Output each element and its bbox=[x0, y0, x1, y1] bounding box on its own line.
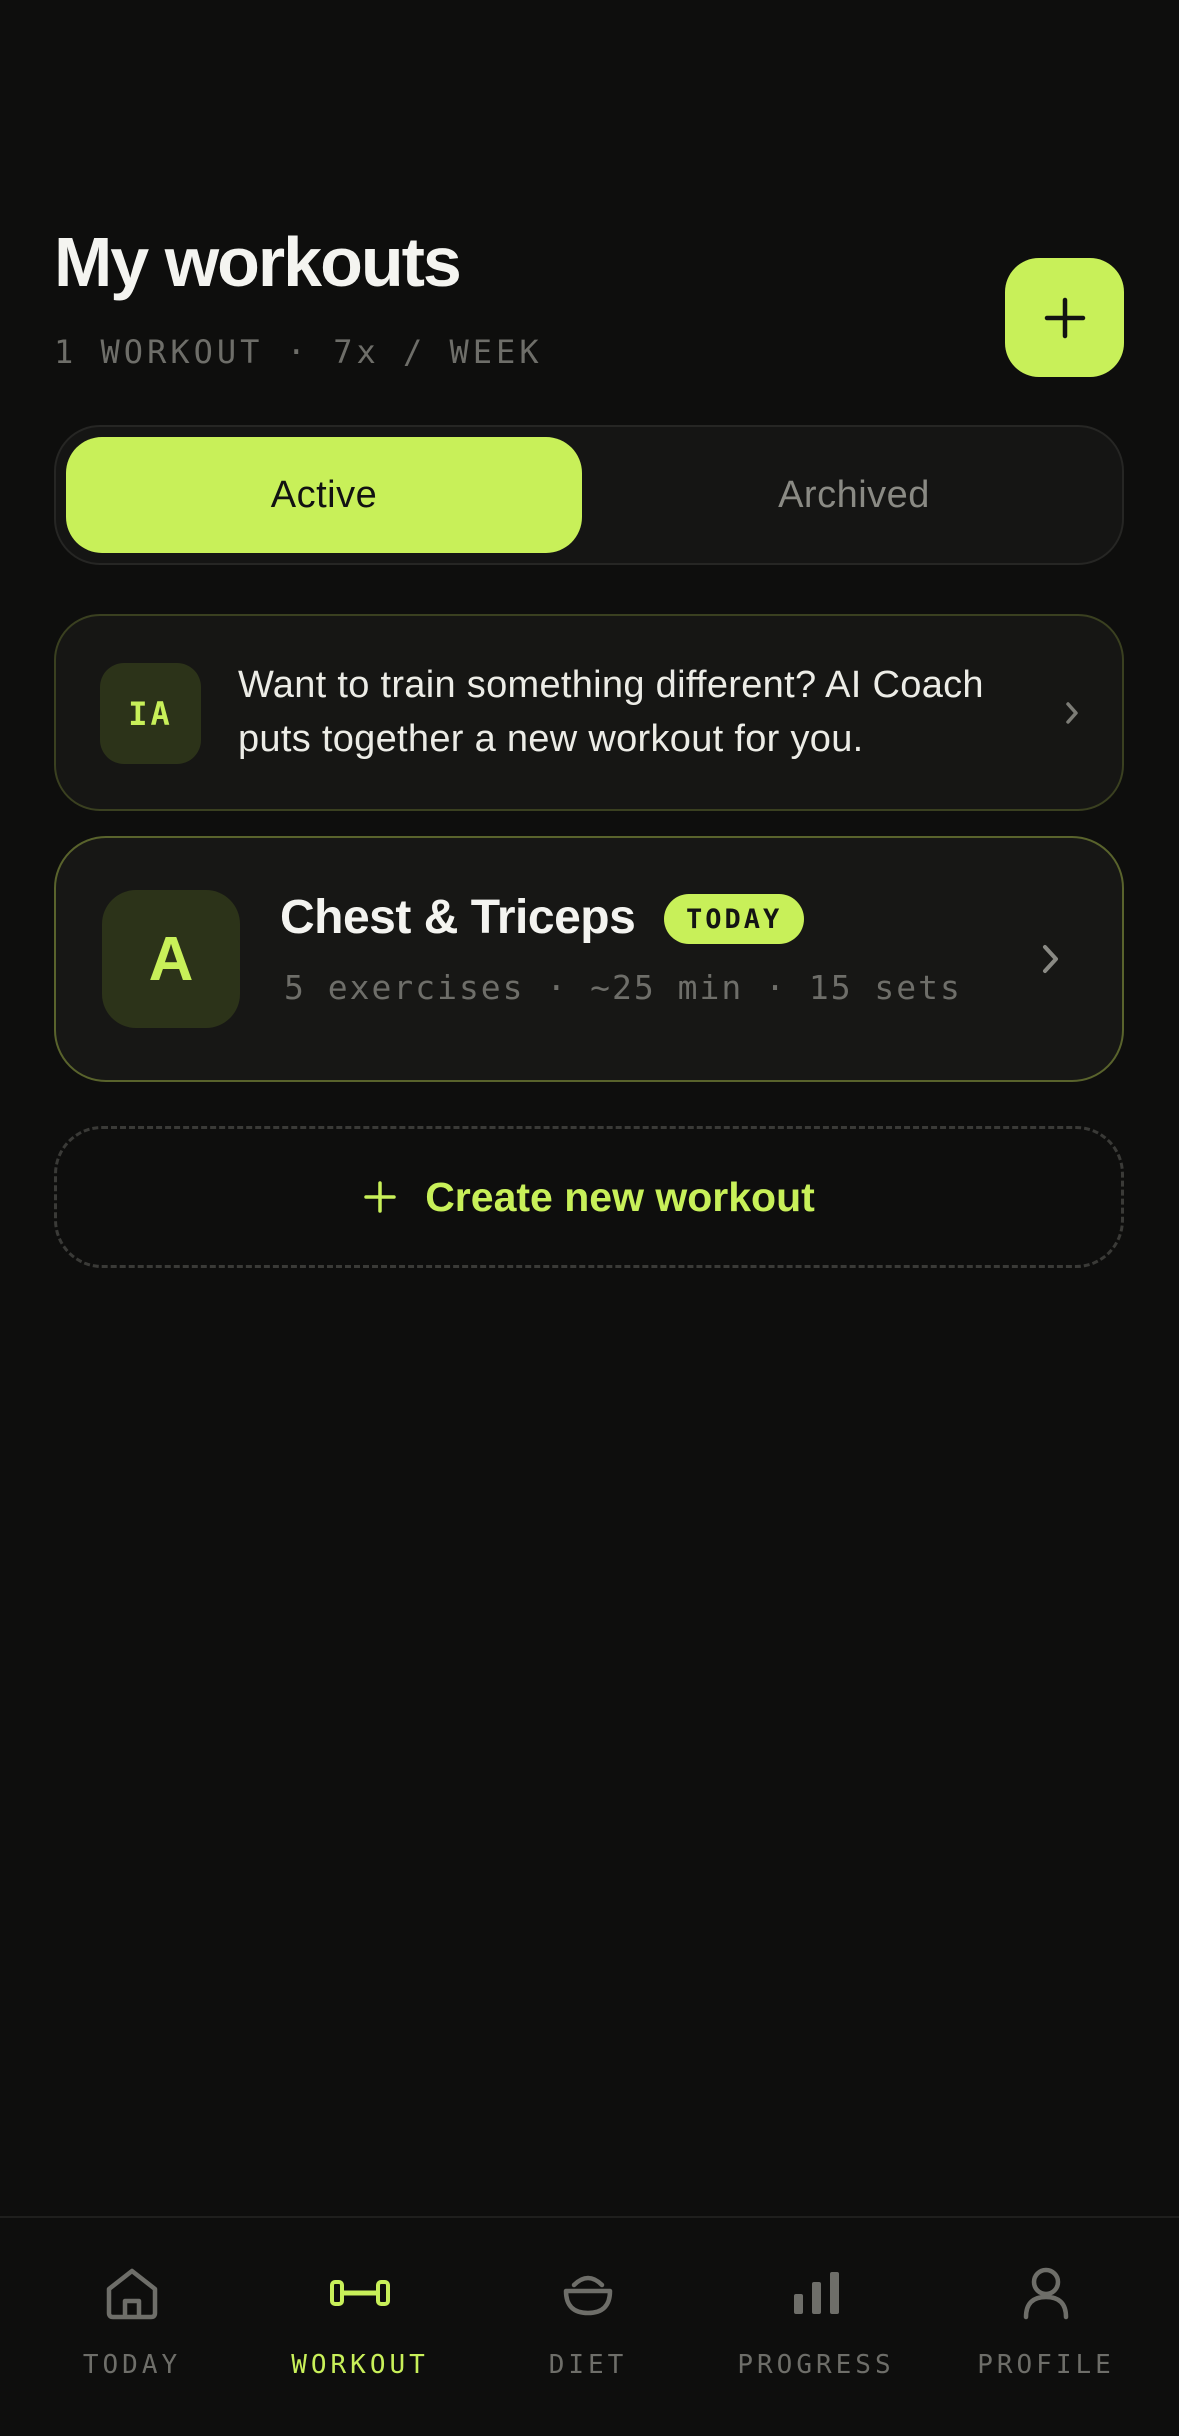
nav-item-profile[interactable]: PROFILE bbox=[946, 2258, 1146, 2398]
nav-item-today[interactable]: TODAY bbox=[32, 2258, 232, 2398]
page-subtitle: 1 WORKOUT · 7x / WEEK bbox=[54, 333, 543, 371]
ai-coach-card[interactable]: IA Want to train something different? AI… bbox=[54, 614, 1124, 811]
person-icon bbox=[1023, 2267, 1069, 2320]
add-workout-button[interactable] bbox=[1005, 258, 1124, 377]
bottom-nav: TODAY WORKOUT DIET PROGRESS PROFILE bbox=[0, 2216, 1179, 2436]
nav-item-progress[interactable]: PROGRESS bbox=[716, 2258, 916, 2398]
tab-active[interactable]: Active bbox=[66, 437, 582, 553]
nav-label-workout: WORKOUT bbox=[291, 2350, 429, 2380]
plus-icon bbox=[1044, 297, 1085, 338]
nav-label-progress: PROGRESS bbox=[737, 2350, 895, 2380]
ai-coach-badge: IA bbox=[100, 663, 201, 764]
bowl-icon bbox=[563, 2275, 613, 2316]
chevron-right-icon bbox=[1066, 702, 1078, 724]
create-workout-label: Create new workout bbox=[425, 1173, 815, 1220]
nav-item-workout[interactable]: WORKOUT bbox=[260, 2258, 460, 2398]
nav-label-today: TODAY bbox=[82, 2350, 182, 2380]
bar-chart-icon bbox=[794, 2272, 839, 2314]
workout-name: Chest & Triceps bbox=[280, 891, 636, 944]
create-workout-button[interactable]: Create new workout bbox=[54, 1126, 1124, 1268]
nav-item-diet[interactable]: DIET bbox=[488, 2258, 688, 2398]
tab-archived[interactable]: Archived bbox=[596, 437, 1112, 553]
home-icon bbox=[106, 2268, 158, 2320]
workout-avatar: A bbox=[102, 890, 240, 1028]
nav-label-profile: PROFILE bbox=[977, 2350, 1115, 2380]
today-badge: TODAY bbox=[664, 894, 805, 944]
plus-icon bbox=[364, 1181, 396, 1213]
dumbbell-icon bbox=[330, 2280, 390, 2306]
workout-card[interactable]: A Chest & Triceps TODAY 5 exercises · ~2… bbox=[54, 836, 1124, 1082]
ai-coach-text: Want to train something different? AI Co… bbox=[238, 664, 984, 760]
workout-filter-segment: Active Archived bbox=[54, 425, 1124, 565]
workout-meta: 5 exercises · ~25 min · 15 sets bbox=[284, 968, 962, 1007]
page-title: My workouts bbox=[54, 223, 462, 301]
nav-label-diet: DIET bbox=[548, 2350, 628, 2380]
chevron-right-icon bbox=[1043, 945, 1058, 973]
